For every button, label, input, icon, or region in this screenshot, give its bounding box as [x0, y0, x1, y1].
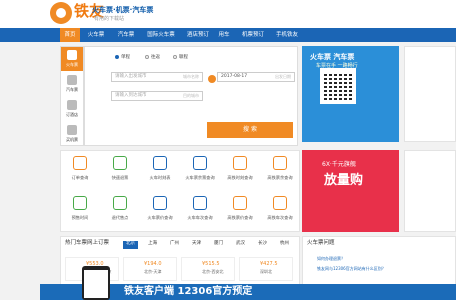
- nav-train[interactable]: 火车票: [84, 28, 108, 42]
- service-label: 火车时刻表: [149, 175, 171, 180]
- service-label: 预售时间: [71, 215, 89, 220]
- service-item[interactable]: 预售时间: [60, 190, 100, 230]
- ticket-price: ¥427.5: [260, 261, 278, 267]
- sidebar-item-train[interactable]: 火车票: [61, 47, 83, 71]
- service-item[interactable]: 退代售点: [100, 190, 140, 230]
- service-label: 快速退票: [111, 175, 129, 180]
- service-item[interactable]: 高铁票余查询: [260, 150, 300, 190]
- faq-item[interactable]: 如何办理退票？: [317, 257, 345, 261]
- clock-icon: [153, 156, 167, 170]
- ticket-route: 北京-西安北: [202, 269, 224, 274]
- hotel-icon: [67, 100, 77, 110]
- ticket-price: ¥515.5: [202, 261, 220, 267]
- from-city-input[interactable]: 请输入出发城市 城市名称: [111, 72, 203, 82]
- service-item[interactable]: 火车票价查询: [140, 190, 180, 230]
- ticket-card[interactable]: ¥427.5 深圳北: [239, 257, 293, 281]
- train-number-icon: [193, 196, 207, 210]
- nav-flight[interactable]: 机票预订: [238, 28, 268, 42]
- search-button[interactable]: 搜 索: [207, 122, 293, 138]
- presale-icon: [73, 196, 87, 210]
- sidebar-item-hotel[interactable]: 订酒店: [61, 97, 83, 121]
- service-item[interactable]: 火车票余票查询: [180, 150, 220, 190]
- category-sidebar: 火车票 汽车票 订酒店 买机票: [60, 46, 84, 146]
- sidebar-item-bus[interactable]: 汽车票: [61, 72, 83, 96]
- section-title: 热门车票网上订票: [65, 240, 110, 246]
- service-label: 火车票价查询: [147, 215, 173, 220]
- logo-subtitle: 火车票·机票·汽车票: [92, 6, 154, 14]
- service-label: 高铁票余查询: [267, 175, 293, 180]
- ticket-route: 深圳北: [260, 269, 272, 274]
- radio-dot: [145, 54, 149, 59]
- plane-icon: [67, 125, 77, 135]
- radio-dot: [115, 54, 119, 59]
- city-tab[interactable]: 长沙: [255, 241, 270, 249]
- order-icon: [73, 156, 87, 170]
- ticket-icon: [193, 156, 207, 170]
- radio-dot: [173, 54, 177, 59]
- service-item[interactable]: 火车车次查询: [180, 190, 220, 230]
- service-label: 火车车次查询: [187, 215, 213, 220]
- logo-icon[interactable]: [50, 2, 72, 24]
- ticket-price: ¥194.0: [144, 261, 162, 267]
- section-title: 火车票问题: [307, 240, 335, 246]
- hsr-price-icon: [233, 196, 247, 210]
- service-item[interactable]: 快速退票: [100, 150, 140, 190]
- to-city-input[interactable]: 请输入到达城市 目的城市: [111, 91, 203, 101]
- service-item[interactable]: 高铁票价查询: [220, 190, 260, 230]
- faq-item[interactable]: 铁友网与12306官方网站有什么区别？: [317, 267, 386, 271]
- city-tab[interactable]: 杭州: [277, 241, 292, 249]
- logo-slogan: 有用的下载站: [94, 16, 125, 22]
- phone-image: [82, 266, 110, 300]
- service-item[interactable]: 火车时刻表: [140, 150, 180, 190]
- city-tab[interactable]: 厦门: [211, 241, 226, 249]
- promo-banner-phone[interactable]: 6X·千元旗舰 放量购: [302, 150, 399, 232]
- service-label: 订单查询: [71, 175, 89, 180]
- hsr-number-icon: [273, 196, 287, 210]
- pin-icon: [113, 196, 127, 210]
- ticket-card[interactable]: ¥194.0 北京-天津: [123, 257, 177, 281]
- radio-connecting[interactable]: 联程: [173, 54, 188, 60]
- main-nav: 首页 火车票 汽车票 国际火车票 酒店预订 用车 机票预订 手机铁友: [0, 28, 456, 42]
- sidebar-item-flight[interactable]: 买机票: [61, 122, 83, 146]
- search-ticket-icon: [273, 156, 287, 170]
- service-label: 退代售点: [111, 215, 129, 220]
- nav-intl-train[interactable]: 国际火车票: [144, 28, 178, 42]
- service-label: 火车票余票查询: [185, 175, 215, 180]
- side-links: [404, 46, 456, 142]
- side-panel: [404, 150, 456, 232]
- nav-home[interactable]: 首页: [60, 28, 80, 42]
- bus-ticket-icon: [67, 75, 77, 85]
- search-form: 单程 往返 联程 请输入出发城市 城市名称 请输入到达城市 目的城市 2017-…: [84, 46, 298, 146]
- ticket-route: 北京-天津: [144, 269, 162, 274]
- service-label: 高铁车次查询: [267, 215, 293, 220]
- ticket-card[interactable]: ¥515.5 北京-西安北: [181, 257, 235, 281]
- radio-oneway[interactable]: 单程: [115, 54, 130, 60]
- swap-cities-icon[interactable]: [208, 75, 216, 83]
- qr-code: [320, 68, 356, 104]
- city-tab[interactable]: 广州: [167, 241, 182, 249]
- nav-hotel[interactable]: 酒店预订: [184, 28, 212, 42]
- service-label: 高铁票价查询: [227, 215, 253, 220]
- date-input[interactable]: 2017-08-17 出发日期: [217, 72, 295, 82]
- refund-icon: [113, 156, 127, 170]
- nav-car[interactable]: 用车: [216, 28, 232, 42]
- service-item[interactable]: 高铁时刻查询: [220, 150, 260, 190]
- schedule-icon: [233, 156, 247, 170]
- service-label: 高铁时刻查询: [227, 175, 253, 180]
- service-item[interactable]: 订单查询: [60, 150, 100, 190]
- nav-mobile[interactable]: 手机铁友: [272, 28, 302, 42]
- city-tab[interactable]: 武汉: [233, 241, 248, 249]
- train-ticket-icon: [67, 50, 77, 60]
- nav-bus[interactable]: 汽车票: [114, 28, 138, 42]
- service-item[interactable]: 高铁车次查询: [260, 190, 300, 230]
- city-tab[interactable]: 上海: [145, 241, 160, 249]
- city-tab[interactable]: 北京: [123, 241, 138, 249]
- radio-roundtrip[interactable]: 往返: [145, 54, 160, 60]
- city-tab[interactable]: 天津: [189, 241, 204, 249]
- price-icon: [153, 196, 167, 210]
